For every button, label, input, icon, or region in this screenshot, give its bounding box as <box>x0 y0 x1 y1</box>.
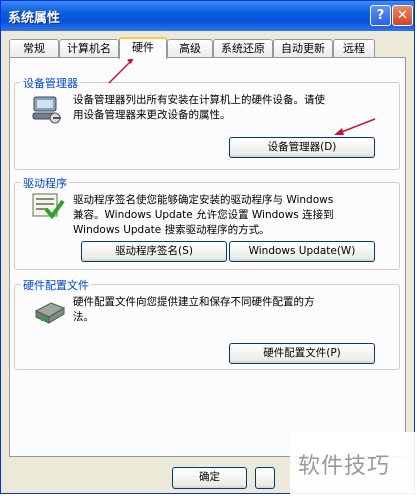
tab-advanced[interactable]: 高级 <box>167 39 213 57</box>
annotation-arrow-device-manager <box>334 118 376 135</box>
hardware-profiles-group: 硬件配置文件 硬件配置文件向您提供建立和保存不同硬件配置的方 法。 硬件配置文件… <box>14 277 400 370</box>
tab-system-restore[interactable]: 系统还原 <box>213 39 273 57</box>
device-manager-group-title: 设备管理器 <box>21 75 80 91</box>
windows-update-button[interactable]: Windows Update(W) <box>229 241 375 262</box>
tab-hardware[interactable]: 硬件 <box>119 37 167 59</box>
title-bar[interactable]: 系统属性 ? ✕ <box>1 1 414 31</box>
tab-general[interactable]: 常规 <box>9 39 59 57</box>
tab-automatic-updates[interactable]: 自动更新 <box>273 39 333 57</box>
hardware-profile-icon <box>34 302 66 324</box>
driver-signing-icon <box>32 193 65 220</box>
driver-signing-button[interactable]: 驱动程序签名(S) <box>81 241 227 262</box>
hardware-profiles-button[interactable]: 硬件配置文件(P) <box>229 343 375 364</box>
device-manager-icon <box>32 96 61 124</box>
system-properties-window: 系统属性 ? ✕ 常规 计算机名 硬件 高级 系统还原 自动更新 远程 设备管理… <box>0 0 415 494</box>
hardware-profiles-description: 硬件配置文件向您提供建立和保存不同硬件配置的方 法。 <box>73 296 315 323</box>
tab-remote[interactable]: 远程 <box>333 39 375 57</box>
watermark-text: 软件技巧 <box>298 454 391 479</box>
hardware-profiles-group-title: 硬件配置文件 <box>21 277 91 293</box>
ok-button[interactable]: 确定 <box>172 467 247 489</box>
help-button[interactable]: ? <box>370 5 391 26</box>
close-button[interactable]: ✕ <box>392 5 413 26</box>
drivers-description: 驱动程序签名使您能够确定安装的驱动程序与 Windows 兼容。Windows … <box>73 194 334 236</box>
partial-button[interactable] <box>255 467 275 489</box>
drivers-group-title: 驱动程序 <box>21 175 69 191</box>
device-manager-description: 设备管理器列出所有安装在计算机上的硬件设备。请使 用设备管理器来更改设备的属性。 <box>73 94 325 121</box>
window-title: 系统属性 <box>8 11 61 26</box>
drivers-group: 驱动程序 驱动程序签名使您能够确定安装的驱动程序与 Windows 兼容。Win… <box>14 175 400 270</box>
